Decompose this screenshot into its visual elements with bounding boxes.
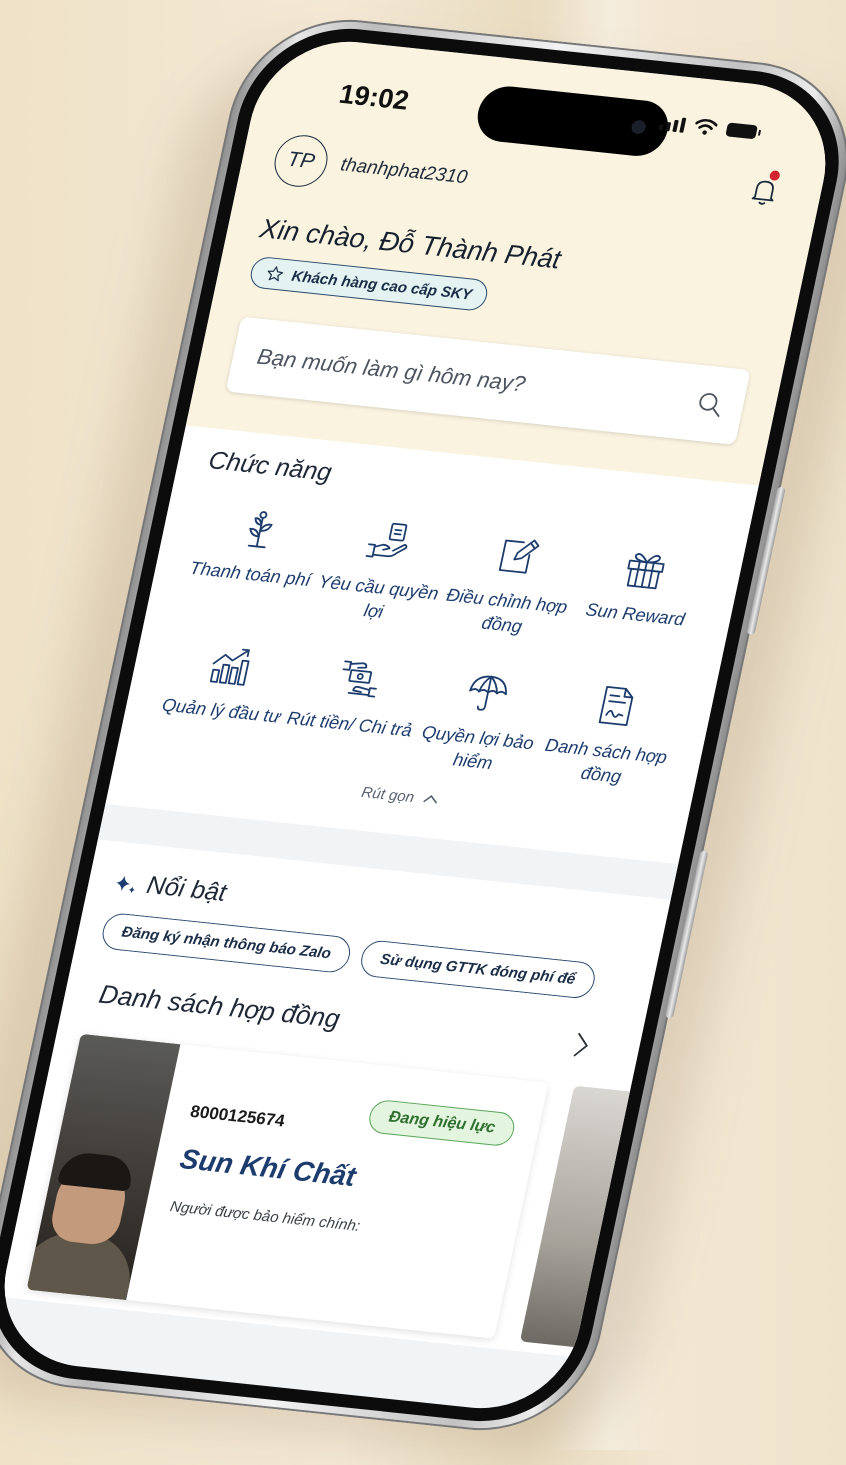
chevron-up-icon [423, 795, 438, 804]
dynamic-island [472, 83, 674, 159]
features-section: Chức năng Thanh toán phí Yêu cầu quyền l… [105, 413, 762, 865]
feature-contract-list[interactable]: Danh sách hợp đồng [534, 677, 684, 793]
notification-bell-button[interactable] [745, 170, 784, 209]
camera-icon [630, 119, 648, 135]
insured-label: Người được bảo hiểm chính: [168, 1198, 362, 1236]
signal-icon [658, 115, 687, 133]
feature-label: Quyền lợi bảo hiểm [420, 721, 536, 774]
feature-claim-request[interactable]: Yêu cầu quyền lợi [307, 514, 457, 630]
sparkle-icon [116, 875, 135, 893]
features-grid: Thanh toán phí Yêu cầu quyền lợi Điều ch… [150, 500, 714, 793]
avatar-initials: TP [285, 147, 317, 174]
status-time: 19:02 [336, 78, 412, 116]
star-icon [267, 266, 284, 282]
username: thanhphat2310 [338, 154, 470, 189]
feature-adjust-contract[interactable]: Điều chỉnh hợp đồng [435, 527, 585, 643]
highlights-title-text: Nổi bật [144, 871, 229, 908]
battery-icon [725, 122, 758, 140]
edit-document-icon [498, 539, 539, 574]
feature-label: Danh sách hợp đồng [543, 734, 670, 787]
feature-label: Thanh toán phí [188, 557, 313, 591]
feature-label: Sun Reward [583, 599, 687, 630]
contract-carousel: Đang hiệu lực 8000125674 Sun Khí Chất Ng… [26, 1008, 694, 1355]
search-icon[interactable] [694, 390, 725, 418]
gift-icon [626, 553, 665, 590]
feature-label: Rút tiền/ Chi trả [285, 707, 414, 741]
wifi-icon [695, 118, 718, 135]
phone-device: 19:02 TP thanhphat2310 Xin chào, Đỗ Thàn… [0, 9, 846, 1441]
umbrella-icon [468, 675, 507, 711]
avatar[interactable]: TP [269, 132, 333, 190]
feature-insurance-benefits[interactable]: Quyền lợi bảo hiểm [406, 664, 556, 780]
contract-info: Đang hiệu lực 8000125674 Sun Khí Chất Ng… [126, 1044, 548, 1338]
feature-label: Quản lý đầu tư [160, 694, 283, 727]
feature-pay-premium[interactable]: Thanh toán phí [179, 500, 329, 616]
feature-investment[interactable]: Quản lý đầu tư [150, 637, 300, 753]
growth-chart-icon [209, 648, 250, 686]
tier-badge-label: Khách hàng cao cấp SKY [290, 267, 474, 303]
chevron-right-icon[interactable] [570, 1030, 594, 1059]
product-name: Sun Khí Chất [177, 1143, 359, 1193]
cash-hands-icon [342, 660, 377, 698]
feature-sun-reward[interactable]: Sun Reward [563, 541, 713, 657]
feature-label: Điều chỉnh hợp đồng [444, 584, 570, 637]
sprout-icon [247, 511, 273, 549]
highlights-section: Nổi bật Đăng ký nhận thông báo Zalo Sử d… [0, 839, 694, 1358]
contract-list-icon [598, 685, 633, 726]
system-icons [658, 114, 758, 140]
collapse-label: Rút gọn [359, 784, 416, 807]
header-area: 19:02 TP thanhphat2310 Xin chào, Đỗ Thàn… [185, 32, 843, 486]
feature-label: Yêu cầu quyền lợi [316, 571, 441, 623]
search-input[interactable]: Bạn muốn làm gì hôm nay? [225, 316, 751, 445]
hand-document-icon [365, 522, 407, 558]
contract-card[interactable]: Đang hiệu lực 8000125674 Sun Khí Chất Ng… [26, 1033, 549, 1339]
tier-badge[interactable]: Khách hàng cao cấp SKY [247, 255, 491, 312]
search-placeholder: Bạn muốn làm gì hôm nay? [254, 343, 528, 397]
feature-withdraw-payout[interactable]: Rút tiền/ Chi trả [278, 650, 428, 766]
